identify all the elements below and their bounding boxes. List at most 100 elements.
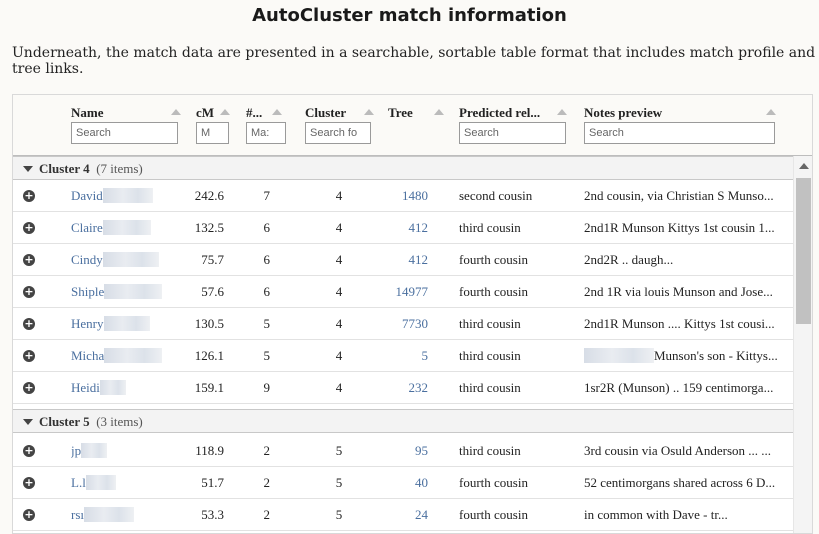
table-row[interactable]: + rsı 53.3 2 5 24 fourth cousin in commo… — [13, 499, 793, 531]
plus-circle-icon[interactable]: + — [23, 318, 35, 330]
cm-search-input[interactable] — [196, 122, 229, 144]
notes-search-input[interactable] — [584, 122, 775, 144]
shared-value: 2 — [263, 507, 271, 522]
match-name-link[interactable]: Henry — [71, 316, 181, 332]
notes-preview: Munson's son - Kittys... — [584, 348, 784, 364]
shared-value: 5 — [263, 316, 271, 331]
col-shared[interactable]: #... — [246, 105, 286, 144]
cm-value: 75.7 — [201, 252, 224, 267]
notes-preview: 2nd 1R via louis Munson and Jose... — [584, 284, 773, 299]
tree-link[interactable]: 14977 — [385, 284, 429, 300]
sort-asc-icon[interactable] — [220, 109, 230, 115]
notes-preview: 3rd cousin via Osuld Anderson ... ... — [584, 443, 772, 458]
relationship-value: fourth cousin — [459, 475, 528, 490]
table-row[interactable]: + Claire 132.5 6 4 412 third cousin 2nd1… — [13, 212, 793, 244]
plus-circle-icon[interactable]: + — [23, 382, 35, 394]
cluster-value: 5 — [335, 507, 343, 522]
match-name-link[interactable]: Cindy — [71, 252, 181, 268]
shared-value: 2 — [263, 443, 271, 458]
tree-link[interactable]: 412 — [385, 252, 429, 268]
caret-down-icon[interactable] — [23, 419, 33, 425]
table-header: Name cM #... Cluster Tree Predicted rel.… — [13, 95, 812, 156]
table-row[interactable]: + L.l 51.7 2 5 40 fourth cousin 52 centi… — [13, 467, 793, 499]
cluster-value: 4 — [335, 348, 343, 363]
col-cm-label: cM — [196, 105, 215, 120]
cm-value: 242.6 — [194, 188, 224, 203]
relationship-search-input[interactable] — [459, 122, 566, 144]
match-name-link[interactable]: Shiple — [71, 284, 181, 300]
col-tree[interactable]: Tree — [388, 105, 444, 122]
match-name-link[interactable]: L.l — [71, 475, 181, 491]
table-row[interactable]: + Shiple 57.6 6 4 14977 fourth cousin 2n… — [13, 276, 793, 308]
table-row[interactable]: + Cindy 75.7 6 4 412 fourth cousin 2nd2R… — [13, 244, 793, 276]
sort-asc-icon[interactable] — [171, 109, 181, 115]
match-table: Name cM #... Cluster Tree Predicted rel.… — [12, 94, 813, 534]
plus-circle-icon[interactable]: + — [23, 509, 35, 521]
col-tree-label: Tree — [388, 105, 413, 120]
col-name-label: Name — [71, 105, 104, 120]
relationship-value: third cousin — [459, 220, 521, 235]
table-row[interactable]: + David 242.6 7 4 1480 second cousin 2nd… — [13, 180, 793, 212]
plus-circle-icon[interactable]: + — [23, 222, 35, 234]
sort-asc-icon[interactable] — [364, 109, 374, 115]
table-row[interactable]: + jp 118.9 2 5 95 third cousin 3rd cousi… — [13, 435, 793, 467]
plus-circle-icon[interactable]: + — [23, 254, 35, 266]
match-name-link[interactable]: Heidi — [71, 380, 181, 396]
tree-link[interactable]: 24 — [385, 507, 428, 523]
scrollbar-thumb[interactable] — [796, 178, 811, 324]
relationship-value: fourth cousin — [459, 284, 528, 299]
cm-value: 159.1 — [194, 380, 224, 395]
group-header-cluster-4[interactable]: Cluster 4 (7 items) — [13, 156, 793, 180]
tree-link[interactable]: 7730 — [385, 316, 428, 332]
plus-circle-icon[interactable]: + — [23, 477, 35, 489]
sort-asc-icon[interactable] — [272, 109, 282, 115]
col-cm[interactable]: cM — [196, 105, 230, 144]
caret-down-icon[interactable] — [23, 166, 33, 172]
intro-text: Underneath, the match data are presented… — [12, 45, 816, 77]
notes-preview: 2nd2R .. daugh... — [584, 252, 674, 267]
table-row[interactable]: + Micha 126.1 5 4 5 third cousin Munson'… — [13, 340, 793, 372]
plus-circle-icon[interactable]: + — [23, 190, 35, 202]
relationship-value: fourth cousin — [459, 252, 528, 267]
plus-circle-icon[interactable]: + — [23, 286, 35, 298]
col-notes[interactable]: Notes preview — [584, 105, 776, 144]
tree-link[interactable]: 95 — [385, 443, 428, 459]
sort-asc-icon[interactable] — [766, 109, 776, 115]
table-row[interactable]: + Heidi 159.1 9 4 232 third cousin 1sr2R… — [13, 372, 793, 404]
tree-link[interactable]: 5 — [385, 348, 429, 364]
cm-value: 130.5 — [194, 316, 224, 331]
vertical-scrollbar[interactable] — [793, 156, 812, 533]
cluster-value: 4 — [335, 188, 343, 203]
col-relationship[interactable]: Predicted rel... — [459, 105, 567, 144]
cluster-value: 4 — [335, 252, 343, 267]
match-name-link[interactable]: Claire — [71, 220, 181, 236]
relationship-value: fourth cousin — [459, 507, 528, 522]
tree-link[interactable]: 412 — [385, 220, 429, 236]
cluster-value: 4 — [335, 284, 343, 299]
cluster-value: 4 — [335, 316, 343, 331]
col-cluster[interactable]: Cluster — [305, 105, 374, 144]
group-label: Cluster 5 (3 items) — [39, 414, 143, 429]
table-row[interactable]: + Henry 130.5 5 4 7730 third cousin 2nd1… — [13, 308, 793, 340]
cm-value: 118.9 — [195, 443, 224, 458]
group-header-cluster-5[interactable]: Cluster 5 (3 items) — [13, 409, 793, 433]
sort-asc-icon[interactable] — [434, 109, 444, 115]
plus-circle-icon[interactable]: + — [23, 350, 35, 362]
tree-link[interactable]: 1480 — [385, 188, 428, 204]
match-name-link[interactable]: Micha — [71, 348, 181, 364]
col-name[interactable]: Name — [71, 105, 181, 144]
match-name-link[interactable]: jp — [71, 443, 181, 459]
sort-asc-icon[interactable] — [557, 109, 567, 115]
scroll-up-icon[interactable] — [799, 163, 809, 169]
cluster-search-input[interactable] — [305, 122, 371, 144]
name-search-input[interactable] — [71, 122, 178, 144]
tree-link[interactable]: 40 — [385, 475, 428, 491]
col-cluster-label: Cluster — [305, 105, 347, 120]
match-name-link[interactable]: David — [71, 188, 181, 204]
match-name-link[interactable]: rsı — [71, 507, 181, 523]
tree-link[interactable]: 232 — [385, 380, 429, 396]
plus-circle-icon[interactable]: + — [23, 445, 35, 457]
col-notes-label: Notes preview — [584, 105, 663, 120]
shared-search-input[interactable] — [246, 122, 286, 144]
cm-value: 126.1 — [194, 348, 224, 363]
